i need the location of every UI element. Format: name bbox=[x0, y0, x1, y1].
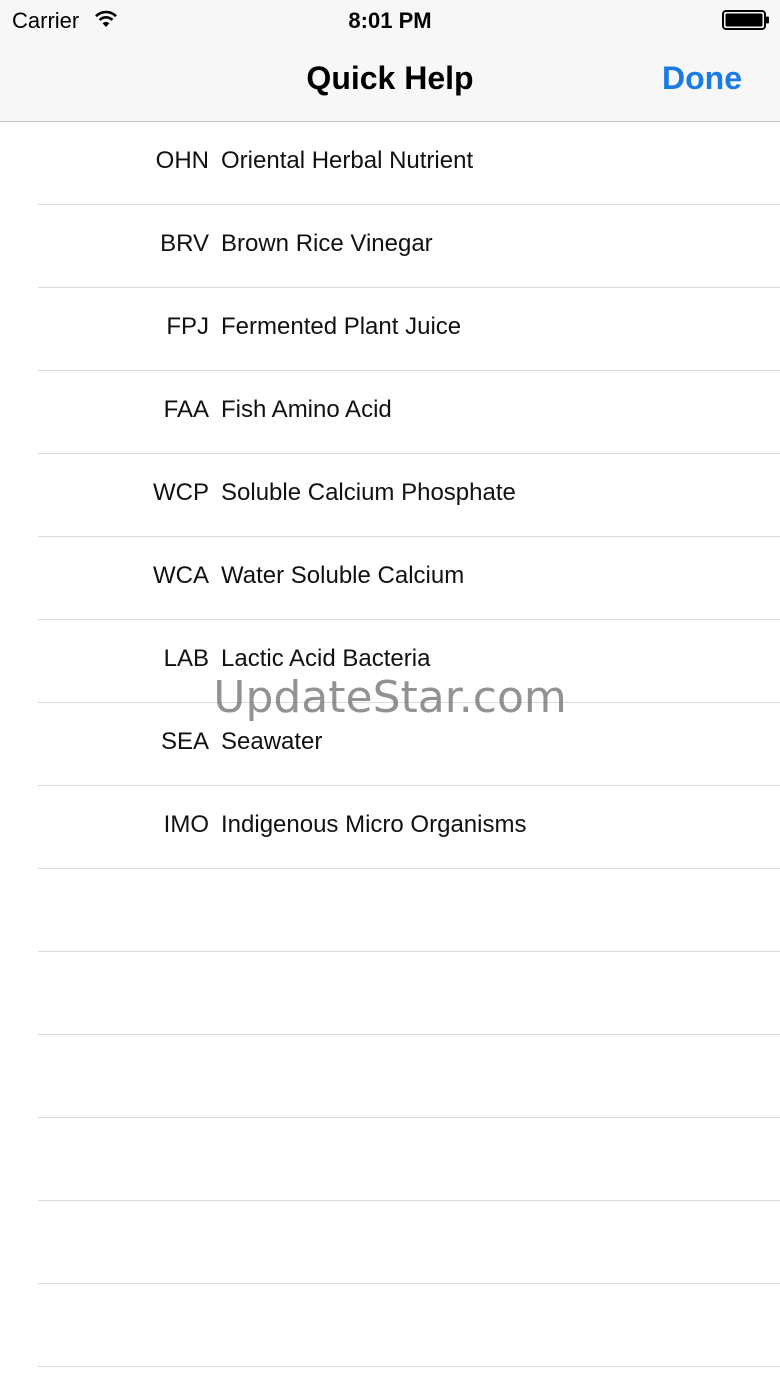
done-button[interactable]: Done bbox=[662, 60, 742, 97]
row-abbreviation: LAB bbox=[163, 645, 209, 672]
row-description: Water Soluble Calcium bbox=[221, 562, 465, 589]
table-row: WCA Water Soluble Calcium bbox=[38, 537, 780, 620]
battery-icon bbox=[722, 10, 769, 30]
table-row: SEA Seawater bbox=[38, 703, 780, 786]
empty-row bbox=[38, 1201, 780, 1284]
navigation-bar: Quick Help Done bbox=[0, 40, 780, 122]
row-abbreviation: OHN bbox=[155, 147, 209, 174]
row-description: Seawater bbox=[221, 728, 323, 755]
status-bar: Carrier 8:01 PM bbox=[0, 0, 780, 40]
row-description: Fermented Plant Juice bbox=[221, 313, 462, 340]
row-abbreviation: SEA bbox=[160, 728, 209, 755]
row-abbreviation: WCA bbox=[153, 562, 209, 589]
row-description: Brown Rice Vinegar bbox=[221, 230, 433, 257]
glossary-table: OHN Oriental Herbal Nutrient BRV Brown R… bbox=[0, 122, 780, 1387]
row-abbreviation: IMO bbox=[163, 811, 209, 838]
table-row: WCP Soluble Calcium Phosphate bbox=[38, 454, 780, 537]
status-time: 8:01 PM bbox=[348, 8, 432, 33]
empty-row bbox=[38, 869, 780, 952]
table-row: FPJ Fermented Plant Juice bbox=[38, 288, 780, 371]
row-abbreviation: WCP bbox=[153, 479, 209, 506]
empty-row bbox=[38, 1284, 780, 1367]
row-description: Lactic Acid Bacteria bbox=[221, 645, 431, 672]
table-row: LAB Lactic Acid Bacteria bbox=[38, 620, 780, 703]
table-row: FAA Fish Amino Acid bbox=[38, 371, 780, 454]
row-description: Fish Amino Acid bbox=[221, 396, 392, 423]
row-abbreviation: BRV bbox=[160, 230, 209, 257]
table-row: IMO Indigenous Micro Organisms bbox=[38, 786, 780, 869]
row-abbreviation: FAA bbox=[163, 396, 209, 423]
row-description: Soluble Calcium Phosphate bbox=[221, 479, 516, 506]
row-description: Indigenous Micro Organisms bbox=[221, 811, 527, 838]
table-row: BRV Brown Rice Vinegar bbox=[38, 205, 780, 288]
empty-row bbox=[38, 1118, 780, 1201]
row-description: Oriental Herbal Nutrient bbox=[221, 147, 474, 174]
empty-row bbox=[38, 1035, 780, 1118]
row-abbreviation: FPJ bbox=[166, 313, 209, 340]
table-row: OHN Oriental Herbal Nutrient bbox=[38, 122, 780, 205]
empty-row bbox=[38, 952, 780, 1035]
